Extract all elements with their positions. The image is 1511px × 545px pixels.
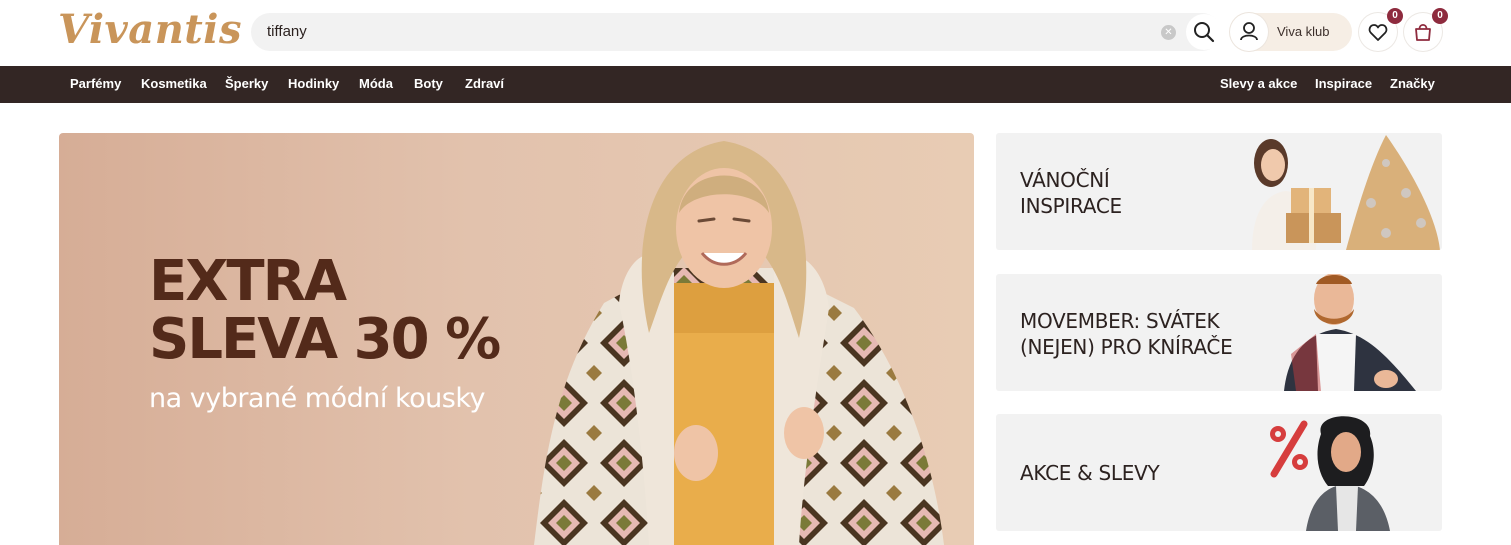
nav-item-hodinky[interactable]: Hodinky [288,76,339,91]
promo-card-movember[interactable]: MOVEMBER: SVÁTEK (NEJEN) PRO KNÍRAČE [996,274,1442,391]
nav-item-slevy-a-akce[interactable]: Slevy a akce [1220,76,1297,91]
promo-text: AKCE & SLEVY [1020,460,1160,486]
nav-item-moda[interactable]: Móda [359,76,393,91]
promo-card-akce-slevy[interactable]: AKCE & SLEVY [996,414,1442,531]
wishlist-count-badge: 0 [1387,8,1403,24]
promo-line-2: INSPIRACE [1020,194,1122,218]
promo-line-1: VÁNOČNÍ [1020,168,1110,192]
user-icon [1230,13,1268,51]
site-header: Vivantis tiffany ✕ Viva klub 0 0 [0,0,1511,66]
promo-line-1: AKCE & SLEVY [1020,461,1160,485]
hero-title-line-1: EXTRA [149,249,347,314]
viva-klub-button[interactable]: Viva klub [1230,13,1352,51]
viva-klub-label: Viva klub [1277,24,1330,39]
promo-line-1: MOVEMBER: SVÁTEK [1020,309,1220,333]
main-nav: Parfémy Kosmetika Šperky Hodinky Móda Bo… [0,66,1511,103]
christmas-illustration [1252,135,1440,250]
hero-banner[interactable]: EXTRA SLEVA 30 % na vybrané módní kousky [59,133,974,545]
vivantis-logo[interactable]: Vivantis [58,6,242,53]
hero-subtitle: na vybrané módní kousky [149,383,485,414]
cart-count-badge: 0 [1432,8,1448,24]
hero-title: EXTRA SLEVA 30 % [149,249,501,372]
hero-model-photo [534,141,944,545]
nav-item-sperky[interactable]: Šperky [225,76,268,91]
nav-item-boty[interactable]: Boty [414,76,443,91]
search-button[interactable] [1186,14,1222,50]
promo-text: MOVEMBER: SVÁTEK (NEJEN) PRO KNÍRAČE [1020,308,1233,360]
hero-title-line-2: SLEVA 30 % [149,307,501,372]
promo-line-2: (NEJEN) PRO KNÍRAČE [1020,335,1233,359]
nav-item-inspirace[interactable]: Inspirace [1315,76,1372,91]
wishlist-button[interactable]: 0 [1359,8,1403,51]
nav-item-parfemy[interactable]: Parfémy [70,76,121,91]
clear-icon[interactable]: ✕ [1161,25,1176,40]
nav-item-znacky[interactable]: Značky [1390,76,1435,91]
search-input[interactable]: tiffany [267,23,307,40]
promo-card-vanocni-inspirace[interactable]: VÁNOČNÍ INSPIRACE [996,133,1442,250]
search-icon [1194,22,1215,43]
promo-text: VÁNOČNÍ INSPIRACE [1020,167,1122,219]
sale-woman-illustration [1270,416,1390,531]
cart-button[interactable]: 0 [1404,8,1448,51]
nav-item-zdravi[interactable]: Zdraví [465,76,504,91]
nav-item-kosmetika[interactable]: Kosmetika [141,76,207,91]
search-bar[interactable]: tiffany ✕ [251,13,1222,51]
movember-man-illustration [1284,274,1416,391]
